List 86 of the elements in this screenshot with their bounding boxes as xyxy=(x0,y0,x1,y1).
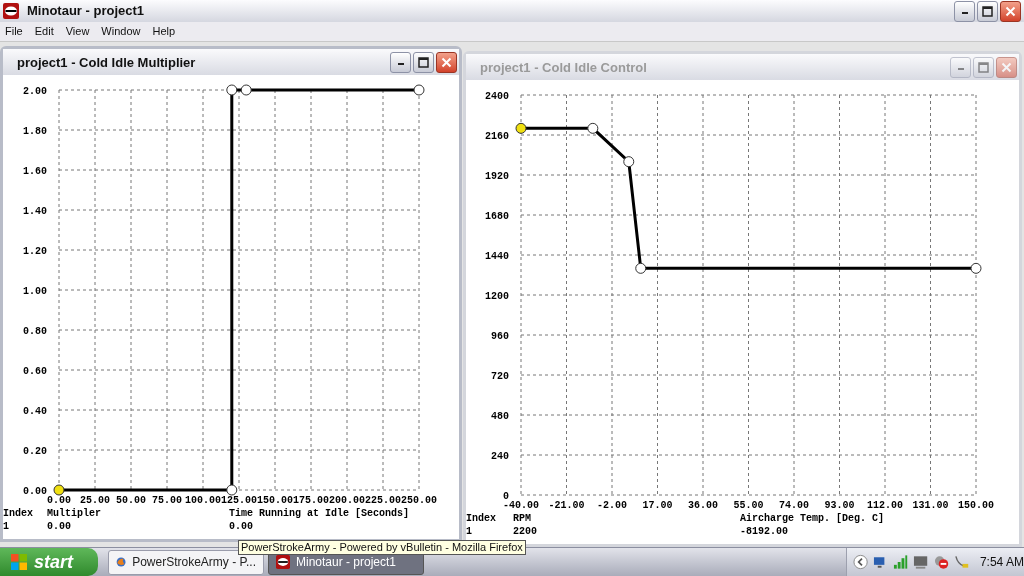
axis-label: -2.00 xyxy=(597,500,627,512)
maximize-icon xyxy=(982,5,993,17)
close-icon xyxy=(441,56,452,68)
axis-label: 2.00 xyxy=(23,86,47,98)
axis-label: 17.00 xyxy=(642,500,673,512)
computer-icon[interactable] xyxy=(913,554,929,571)
table-cell-text: 2200 xyxy=(513,525,538,539)
axis-label: 150.00 xyxy=(958,500,994,512)
axis-label: 93.00 xyxy=(824,500,855,512)
axis-label: 1440 xyxy=(485,251,509,263)
axis-label: 480 xyxy=(491,411,509,423)
axis-label: 74.00 xyxy=(779,500,809,512)
minimize-button[interactable] xyxy=(390,51,411,73)
axis-label: 150.00 xyxy=(257,495,293,507)
axis-label: 1920 xyxy=(485,171,509,183)
axis-label: 1.00 xyxy=(23,286,47,298)
maximize-icon xyxy=(978,61,989,73)
axis-label: 125.00 xyxy=(221,495,257,507)
axis-label: 175.00 xyxy=(293,495,329,507)
column-header: Time Running at Idle [Seconds] xyxy=(229,507,411,521)
mouth-icon xyxy=(3,3,19,20)
chevron-left-icon[interactable] xyxy=(853,554,869,571)
close-icon xyxy=(1001,61,1012,73)
menu-item[interactable]: View xyxy=(65,23,90,40)
axis-label: 0.00 xyxy=(23,486,47,498)
close-button[interactable] xyxy=(1000,0,1021,22)
blocked-icon[interactable] xyxy=(933,554,949,571)
column-header: RPM xyxy=(513,512,532,526)
axis-label: 36.00 xyxy=(688,500,718,512)
signal-bars-icon[interactable] xyxy=(893,554,909,571)
table-cell-text: 0.00 xyxy=(229,520,254,534)
axis-label: 0.00 xyxy=(47,495,71,507)
axis-label: 75.00 xyxy=(152,495,182,507)
axis-label: 0.60 xyxy=(23,366,47,378)
maximize-icon xyxy=(418,56,429,68)
axis-label: 25.00 xyxy=(80,495,110,507)
column-header: Multipler xyxy=(47,507,102,521)
axis-label: 200.00 xyxy=(329,495,365,507)
table-cell-text: 1 xyxy=(3,520,10,534)
tooltip: PowerStrokeArmy - Powered by vBulletin - Mozilla Firefox xyxy=(238,540,526,555)
plug-icon[interactable] xyxy=(953,554,969,571)
axis-label: 960 xyxy=(491,331,509,343)
menu-item[interactable]: Window xyxy=(101,23,141,40)
table-cell-text: 0.00 xyxy=(47,520,72,534)
column-header: Aircharge Temp. [Deg. C] xyxy=(740,512,886,526)
clock: 7:54 AM xyxy=(979,554,1024,572)
axis-label: -40.00 xyxy=(503,500,539,512)
maximize-button[interactable] xyxy=(413,51,434,73)
axis-label: 1.80 xyxy=(23,126,47,138)
menu-item[interactable]: Help xyxy=(152,23,176,40)
axis-label: 2400 xyxy=(485,91,509,103)
axis-label: 0.40 xyxy=(23,406,47,418)
axis-label: 225.00 xyxy=(365,495,401,507)
maximize-button[interactable] xyxy=(977,0,998,22)
axis-label: 2160 xyxy=(485,131,509,143)
close-button[interactable] xyxy=(436,51,457,73)
axis-label: 1200 xyxy=(485,291,509,303)
axis-label: 250.00 xyxy=(401,495,437,507)
axis-label: 240 xyxy=(491,451,509,463)
axis-label: 1.60 xyxy=(23,166,47,178)
axis-label: 50.00 xyxy=(116,495,146,507)
axis-label: -21.00 xyxy=(548,500,585,512)
axis-label: 131.00 xyxy=(912,500,949,512)
axis-label: 1680 xyxy=(485,211,509,223)
mouth-icon xyxy=(276,555,290,570)
table-cell-text: -8192.00 xyxy=(740,525,789,539)
close-icon xyxy=(1005,5,1016,17)
axis-label: 55.00 xyxy=(733,500,764,512)
axis-label: 112.00 xyxy=(867,500,903,512)
window-title: project1 - Cold Idle Control xyxy=(480,58,647,77)
menu-item[interactable]: File xyxy=(5,23,23,40)
table-cell-text: 1 xyxy=(466,525,473,539)
axis-label: 0.80 xyxy=(23,326,47,338)
axis-label: 1.20 xyxy=(23,246,47,258)
window-title: project1 - Cold Idle Multiplier xyxy=(17,53,196,72)
axis-label: 1.40 xyxy=(23,206,47,218)
axis-label: 0 xyxy=(503,491,509,503)
minimize-button[interactable] xyxy=(954,0,975,22)
app-title: Minotaur - project1 xyxy=(27,2,144,21)
menu-item[interactable]: Edit xyxy=(34,23,54,40)
axis-label: 0.20 xyxy=(23,446,47,458)
column-header: Index xyxy=(3,507,34,521)
windows-logo-icon xyxy=(10,553,28,572)
axis-label: 720 xyxy=(491,371,509,383)
column-header: Index xyxy=(466,512,497,526)
axis-label: 100.00 xyxy=(185,495,221,507)
